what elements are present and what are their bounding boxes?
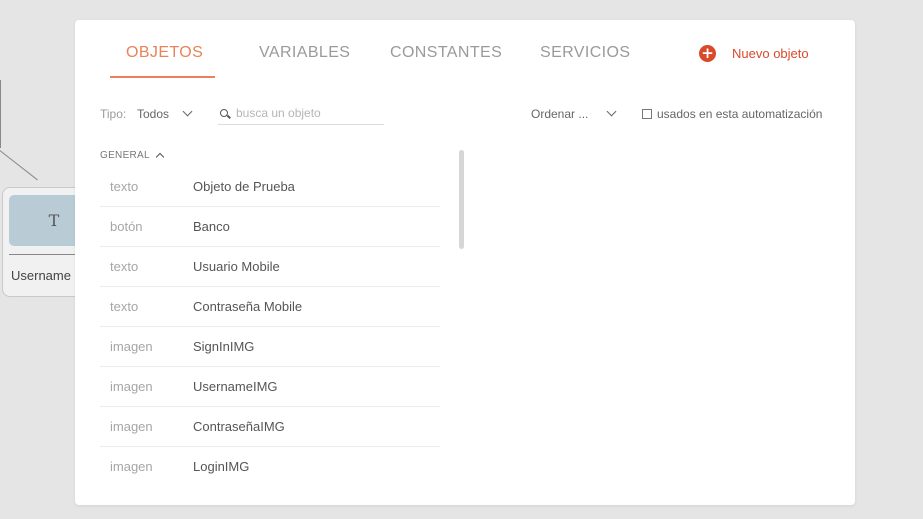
used-in-automation-checkbox[interactable]: usados en esta automatización bbox=[642, 107, 822, 121]
list-item[interactable]: texto Usuario Mobile bbox=[100, 247, 440, 287]
list-item[interactable]: texto Contraseña Mobile bbox=[100, 287, 440, 327]
object-type: texto bbox=[110, 299, 139, 314]
object-name: Objeto de Prueba bbox=[193, 179, 295, 194]
list-item[interactable]: imagen LoginIMG bbox=[100, 447, 440, 486]
object-name: UsernameIMG bbox=[193, 379, 278, 394]
tab-bar: OBJETOS VARIABLES CONSTANTES SERVICIOS +… bbox=[75, 20, 855, 80]
group-header-general[interactable]: GENERAL bbox=[100, 150, 165, 162]
tab-servicios[interactable]: SERVICIOS bbox=[540, 44, 630, 62]
connector-line bbox=[0, 150, 38, 181]
list-scrollbar[interactable] bbox=[459, 150, 464, 249]
plus-circle-icon: + bbox=[699, 45, 716, 62]
object-type: imagen bbox=[110, 339, 153, 354]
object-name: Banco bbox=[193, 219, 230, 234]
search-input[interactable] bbox=[236, 105, 382, 121]
sort-dropdown[interactable]: Ordenar ... bbox=[531, 107, 588, 121]
connector-line bbox=[0, 80, 1, 148]
type-filter-label: Tipo: bbox=[100, 107, 127, 121]
list-item[interactable]: botón Banco bbox=[100, 207, 440, 247]
object-list: texto Objeto de Prueba botón Banco texto Us… bbox=[100, 167, 440, 486]
object-name: Contraseña Mobile bbox=[193, 299, 303, 314]
tab-constantes[interactable]: CONSTANTES bbox=[390, 44, 502, 62]
search-box bbox=[218, 104, 384, 125]
chevron-up-icon bbox=[155, 152, 165, 162]
object-type: imagen bbox=[110, 419, 153, 434]
flow-node-label: Username bbox=[11, 268, 71, 283]
chevron-down-icon[interactable] bbox=[182, 106, 193, 117]
group-label: GENERAL bbox=[100, 150, 150, 161]
list-item[interactable]: texto Objeto de Prueba bbox=[100, 167, 440, 207]
list-item[interactable]: imagen ContraseñaIMG bbox=[100, 407, 440, 447]
list-item[interactable]: imagen SignInIMG bbox=[100, 327, 440, 367]
tab-objetos[interactable]: OBJETOS bbox=[126, 44, 203, 62]
search-icon bbox=[220, 109, 228, 117]
object-type: imagen bbox=[110, 459, 153, 474]
active-tab-indicator bbox=[110, 76, 215, 78]
object-type: texto bbox=[110, 179, 139, 194]
new-object-label: Nuevo objeto bbox=[732, 46, 809, 61]
type-filter-select[interactable]: Todos bbox=[137, 107, 169, 121]
tab-variables[interactable]: VARIABLES bbox=[259, 44, 350, 62]
filter-bar: Tipo: Todos Ordenar ... usados en esta a… bbox=[75, 104, 855, 126]
text-type-icon: T bbox=[48, 211, 60, 230]
object-type: imagen bbox=[110, 379, 153, 394]
object-type: botón bbox=[110, 219, 143, 234]
object-name: Usuario Mobile bbox=[193, 259, 280, 274]
object-name: LoginIMG bbox=[193, 459, 250, 474]
object-name: ContraseñaIMG bbox=[193, 419, 285, 434]
object-name: SignInIMG bbox=[193, 339, 255, 354]
objects-panel: OBJETOS VARIABLES CONSTANTES SERVICIOS +… bbox=[75, 20, 855, 505]
list-item[interactable]: imagen UsernameIMG bbox=[100, 367, 440, 407]
new-object-button[interactable]: + Nuevo objeto bbox=[699, 45, 809, 62]
object-type: texto bbox=[110, 259, 139, 274]
used-in-automation-label: usados en esta automatización bbox=[657, 107, 823, 121]
checkbox-box[interactable] bbox=[642, 109, 652, 119]
chevron-down-icon[interactable] bbox=[606, 106, 617, 117]
